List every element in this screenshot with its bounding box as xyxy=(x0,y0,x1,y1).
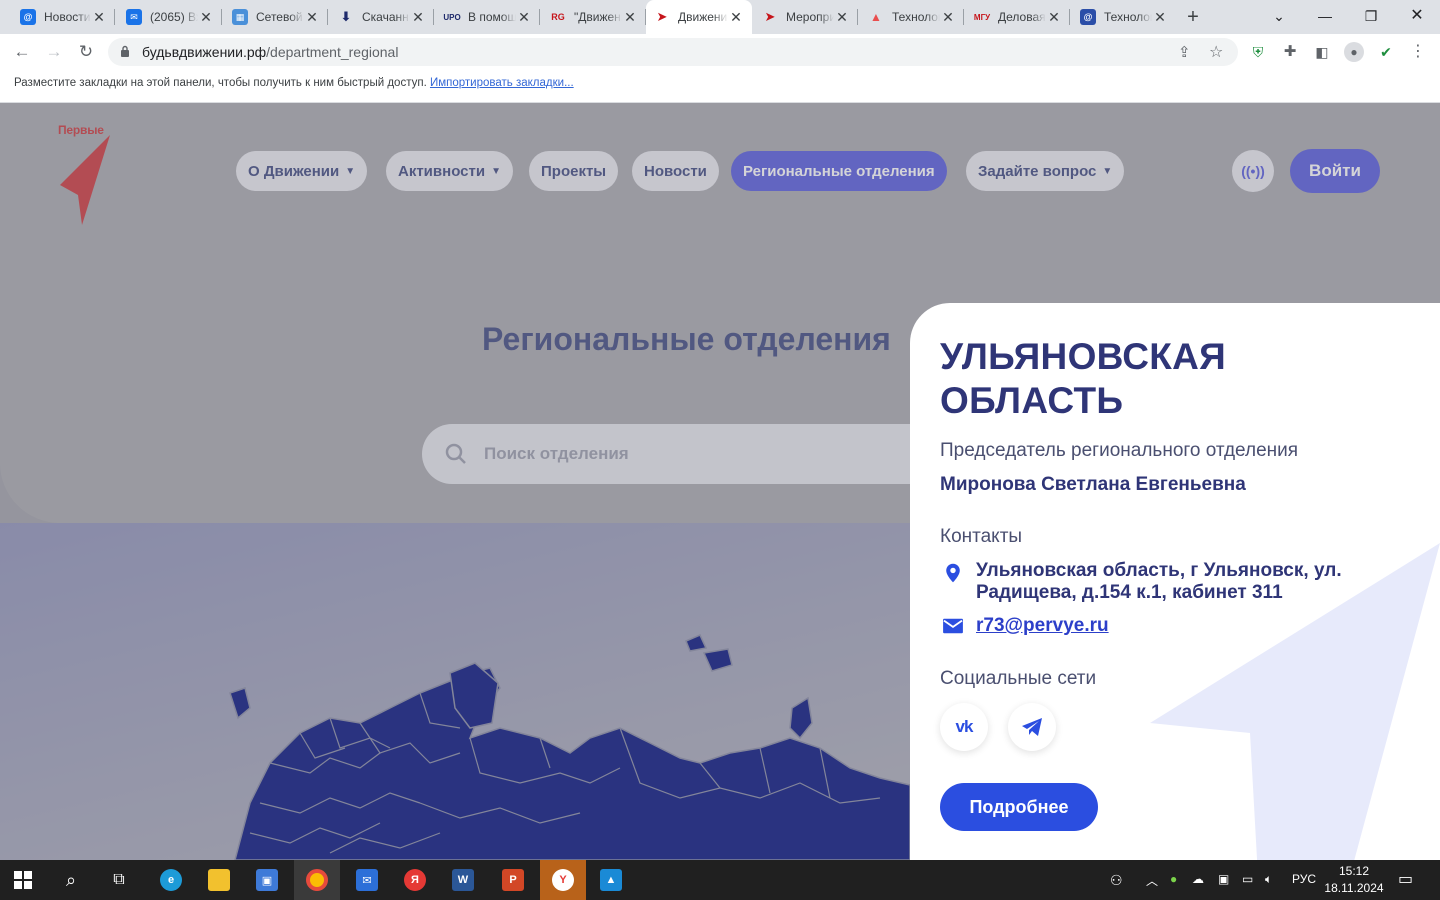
adblock-shield-icon[interactable]: ⛨ xyxy=(1248,42,1268,62)
telegram-icon xyxy=(1022,718,1042,736)
close-icon[interactable]: ✕ xyxy=(516,9,532,25)
tab-0[interactable]: @ Новости ✕ xyxy=(12,4,115,30)
minimize-icon[interactable]: — xyxy=(1302,4,1348,28)
windows-taskbar: ⌕ ⧉ e ▣ ✉ Я W P Y ▲ ⚇ ︿ ● ☁ ▣ ▭ 🔈︎ РУС 1… xyxy=(0,860,1440,900)
notifications-icon[interactable]: ▭ xyxy=(1398,869,1413,889)
pervye-icon: ➤ xyxy=(656,9,668,24)
close-window-icon[interactable]: ✕ xyxy=(1394,4,1440,28)
close-icon[interactable]: ✕ xyxy=(622,9,638,25)
menu-kebab-icon[interactable]: ⋮ xyxy=(1408,42,1428,62)
rg-icon: RG xyxy=(551,12,565,22)
chair-label: Председатель регионального отделения xyxy=(940,440,1299,461)
mail-icon xyxy=(943,618,963,634)
address-row: Ульяновская область, г Ульяновск, ул. Ра… xyxy=(940,560,1366,604)
mail-ru-icon: @ xyxy=(20,9,36,25)
more-details-button[interactable]: Подробнее xyxy=(940,783,1098,831)
clock[interactable]: 15:12 18.11.2024 xyxy=(1310,863,1398,897)
region-name: Ульяновская область xyxy=(940,336,1227,421)
yandex-icon[interactable]: Я xyxy=(392,860,438,900)
cloud-icon[interactable]: ☁ xyxy=(1192,872,1204,886)
tab-5[interactable]: RG "Движение первых" ✕ xyxy=(542,4,646,30)
store-icon[interactable]: ▣ xyxy=(244,860,290,900)
email-row: r73@pervye.ru xyxy=(940,615,1366,637)
people-icon[interactable]: ⚇ xyxy=(1110,872,1123,889)
contacts-label: Контакты xyxy=(940,526,1023,547)
close-icon[interactable]: ✕ xyxy=(940,9,956,25)
lock-icon xyxy=(121,45,129,57)
close-icon[interactable]: ✕ xyxy=(1046,9,1062,25)
tab-8[interactable]: ▲ Технологии ✕ xyxy=(860,4,964,30)
pervye-icon: ➤ xyxy=(764,9,776,24)
chair-name: Миронова Светлана Евгеньевна xyxy=(940,474,1246,495)
network-icon[interactable]: ▭ xyxy=(1242,872,1253,886)
msu-icon: МГУ xyxy=(973,12,991,22)
antivirus-icon[interactable]: ▣ xyxy=(1218,872,1229,886)
task-view-icon[interactable]: ⧉ xyxy=(96,860,142,900)
url-text: будьвдвижении.рф/department_regional xyxy=(142,44,399,60)
tab-2[interactable]: ▦ Сетевой город ✕ xyxy=(224,4,328,30)
new-tab-button[interactable]: + xyxy=(1181,6,1205,28)
close-icon[interactable]: ✕ xyxy=(834,9,850,25)
address-bar[interactable]: будьвдвижении.рф/department_regional ⇪ ☆ xyxy=(108,38,1238,66)
word-icon[interactable]: W xyxy=(440,860,486,900)
tab-strip: @ Новости ✕ ✉ (2065) Входящие ✕ ▦ Сетево… xyxy=(0,0,1440,34)
close-icon[interactable]: ✕ xyxy=(304,9,320,25)
photos-icon[interactable]: ▲ xyxy=(588,860,634,900)
start-button[interactable] xyxy=(0,860,46,900)
region-card: Ульяновская область Председатель региона… xyxy=(910,303,1440,860)
restore-icon[interactable]: ❐ xyxy=(1348,4,1394,28)
address-text: Ульяновская область, г Ульяновск, ул. Ра… xyxy=(976,560,1342,603)
extensions-puzzle-icon[interactable]: ✚ xyxy=(1280,42,1300,62)
edge-icon[interactable]: e xyxy=(148,860,194,900)
forward-icon[interactable]: → xyxy=(42,40,66,64)
social-label: Социальные сети xyxy=(940,668,1097,689)
tab-7[interactable]: ➤ Мероприятия ✕ xyxy=(754,4,858,30)
windows-logo-icon xyxy=(14,871,32,889)
chrome-icon[interactable] xyxy=(294,860,340,900)
telegram-button[interactable] xyxy=(1008,703,1056,751)
tech-icon: @ xyxy=(1080,9,1096,25)
security-check-icon[interactable]: ✔ xyxy=(1376,42,1396,62)
tab-10[interactable]: @ Технологии ✕ xyxy=(1072,4,1176,30)
yandex-browser-icon[interactable]: Y xyxy=(540,860,586,900)
bookmarks-bar: Разместите закладки на этой панели, чтоб… xyxy=(0,70,1440,103)
close-icon[interactable]: ✕ xyxy=(91,9,107,25)
volume-icon[interactable]: 🔈︎ xyxy=(1265,872,1272,887)
vk-icon: vk xyxy=(955,717,974,736)
tab-6-active[interactable]: ➤ Движение первых ✕ xyxy=(646,0,752,34)
download-icon: ⬇ xyxy=(340,9,352,24)
vk-button[interactable]: vk xyxy=(940,703,988,751)
share-icon[interactable]: ⇪ xyxy=(1178,43,1191,61)
tray-chevron-icon[interactable]: ︿ xyxy=(1146,872,1158,889)
location-pin-icon xyxy=(946,563,960,583)
mail-app-icon[interactable]: ✉ xyxy=(344,860,390,900)
tab-3[interactable]: ⬇ Скачанные файлы ✕ xyxy=(330,4,434,30)
close-icon[interactable]: ✕ xyxy=(1152,9,1168,25)
mail-icon: ✉ xyxy=(126,9,142,25)
close-icon[interactable]: ✕ xyxy=(728,9,744,25)
side-panel-icon[interactable]: ◧ xyxy=(1312,42,1332,62)
tab-4[interactable]: UPO В помощь ✕ xyxy=(436,4,540,30)
graduation-cap-icon: ▲ xyxy=(870,10,882,24)
powerpoint-icon[interactable]: P xyxy=(490,860,536,900)
close-icon[interactable]: ✕ xyxy=(198,9,214,25)
import-bookmarks-link[interactable]: Импортировать закладки... xyxy=(430,77,574,89)
school-icon: ▦ xyxy=(232,9,248,25)
file-explorer-icon[interactable] xyxy=(196,860,242,900)
close-icon[interactable]: ✕ xyxy=(410,9,426,25)
browser-toolbar: ← → ↻ будьвдвижении.рф/department_region… xyxy=(0,34,1440,70)
search-taskbar-icon[interactable]: ⌕ xyxy=(48,860,94,900)
tray-app-icon[interactable]: ● xyxy=(1170,872,1177,886)
bookmark-star-icon[interactable]: ☆ xyxy=(1209,42,1223,62)
tab-1[interactable]: ✉ (2065) Входящие ✕ xyxy=(118,4,222,30)
reload-icon[interactable]: ↻ xyxy=(74,40,98,64)
upo-icon: UPO xyxy=(443,12,461,22)
tab-search-icon[interactable]: ⌄ xyxy=(1256,4,1302,28)
web-page: Первые О Движении ▼ Активности ▼ Проекты Н… xyxy=(0,103,1440,860)
email-link[interactable]: r73@pervye.ru xyxy=(976,615,1109,636)
profile-avatar[interactable]: ● xyxy=(1344,42,1364,62)
back-icon[interactable]: ← xyxy=(10,40,34,64)
tab-9[interactable]: МГУ Деловая ✕ xyxy=(966,4,1070,30)
